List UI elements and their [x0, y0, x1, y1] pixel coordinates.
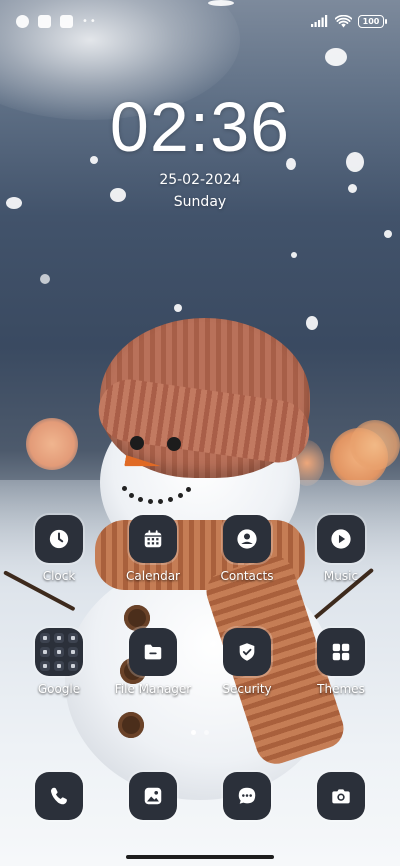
app-label: Clock	[42, 569, 76, 583]
phone-icon	[35, 772, 83, 820]
clock-icon	[35, 515, 83, 563]
clock-day: Sunday	[173, 194, 227, 210]
snowman-mouth-dot	[186, 487, 191, 492]
clock-time: 02:36	[109, 88, 291, 166]
app-label: Music	[323, 569, 359, 583]
snowman-mouth-dot	[178, 493, 183, 498]
mini-app-icon	[54, 647, 64, 657]
lockscreen-clock[interactable]: 02:36 25-02-2024 Sunday	[0, 92, 400, 210]
snowman-mouth-dot	[148, 499, 153, 504]
mini-app-icon	[54, 633, 64, 643]
messages-icon	[223, 772, 271, 820]
app-label: Calendar	[126, 569, 180, 583]
snowman-mouth-dot	[168, 497, 173, 502]
calendar-icon	[129, 515, 177, 563]
bokeh-light	[26, 418, 78, 470]
app-label: Google	[37, 682, 81, 696]
app-notification-icon	[16, 14, 29, 28]
folder-preview	[40, 633, 78, 671]
gallery-icon	[129, 772, 177, 820]
shield-icon	[223, 628, 271, 676]
app-contacts[interactable]: Contacts	[199, 515, 295, 583]
app-label: File Manager	[114, 682, 192, 696]
snowflake	[325, 48, 347, 66]
mini-app-icon	[40, 661, 50, 671]
app-label: Contacts	[220, 569, 274, 583]
mini-app-icon	[68, 647, 78, 657]
battery-level: 100	[362, 16, 380, 26]
camera-icon	[317, 772, 365, 820]
status-bar: •• 100	[0, 0, 400, 42]
app-label: Security	[222, 682, 272, 696]
snowflake	[306, 316, 318, 330]
bokeh-light	[350, 420, 400, 470]
notification-icons: ••	[16, 14, 98, 28]
snowflake	[291, 252, 297, 258]
folder-icon	[35, 628, 83, 676]
page-indicator[interactable]	[0, 730, 400, 735]
app-security[interactable]: Security	[199, 628, 295, 696]
mini-app-icon	[54, 661, 64, 671]
app-clock[interactable]: Clock	[11, 515, 107, 583]
home-gesture-bar[interactable]	[126, 855, 274, 859]
dock-phone[interactable]	[11, 772, 107, 820]
app-label: Themes	[317, 682, 365, 696]
more-notifications-icon: ••	[82, 15, 98, 27]
mini-app-icon	[40, 647, 50, 657]
app-file-manager[interactable]: File Manager	[105, 628, 201, 696]
battery-icon: 100	[358, 14, 387, 28]
snowflake	[174, 304, 182, 312]
snowman-mouth-dot	[158, 499, 163, 504]
mini-app-icon	[40, 633, 50, 643]
play-icon	[317, 515, 365, 563]
snowman-eye	[167, 437, 181, 451]
folder-google[interactable]: Google	[11, 628, 107, 696]
signal-icon	[311, 15, 328, 27]
wifi-icon	[335, 14, 352, 28]
square-icon	[38, 14, 51, 28]
snowman-mouth-dot	[129, 493, 134, 498]
snowflake	[384, 230, 392, 238]
mini-app-icon	[68, 633, 78, 643]
app-calendar[interactable]: Calendar	[105, 515, 201, 583]
snowman-mouth-dot	[138, 497, 143, 502]
snowman-eye	[130, 436, 144, 450]
dock-messages[interactable]	[199, 772, 295, 820]
dock-gallery[interactable]	[105, 772, 201, 820]
dock-camera[interactable]	[293, 772, 389, 820]
folder-icon	[129, 628, 177, 676]
snowflake	[40, 274, 50, 284]
app-music[interactable]: Music	[293, 515, 389, 583]
person-icon	[223, 515, 271, 563]
system-icons: 100	[311, 14, 387, 28]
app-themes[interactable]: Themes	[293, 628, 389, 696]
mini-app-icon	[68, 661, 78, 671]
clock-date: 25-02-2024	[159, 172, 241, 188]
snowman-mouth-dot	[122, 486, 127, 491]
document-icon	[60, 14, 73, 28]
page-dot	[204, 730, 209, 735]
grid-icon	[317, 628, 365, 676]
page-dot-active	[191, 730, 196, 735]
